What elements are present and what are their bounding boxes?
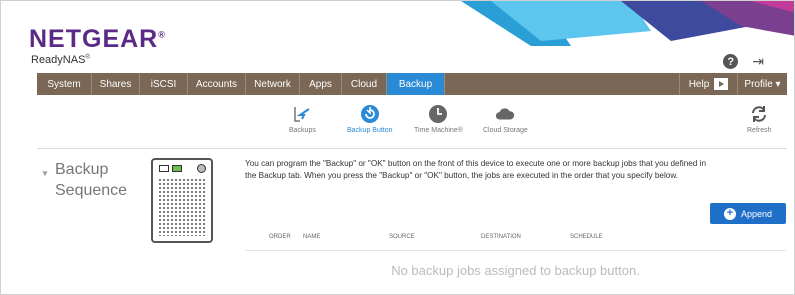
section-divider	[37, 148, 787, 149]
subnav-cloud-storage[interactable]: Cloud Storage	[483, 105, 528, 134]
tab-shares[interactable]: Shares	[92, 73, 140, 95]
cloud-storage-icon	[495, 105, 515, 123]
main-navbar: System Shares iSCSI Accounts Network App…	[37, 73, 787, 95]
nas-device-illustration	[151, 158, 213, 243]
subnav-time-machine[interactable]: Time Machine®	[414, 105, 463, 134]
profile-menu[interactable]: Profile ▾	[737, 73, 787, 95]
product-name: ReadyNAS®	[31, 54, 90, 66]
subnav-backup-button[interactable]: Backup Button	[347, 105, 393, 134]
play-icon	[714, 78, 729, 90]
backup-button-icon	[360, 105, 380, 123]
plus-icon: +	[723, 207, 736, 220]
section-title[interactable]: ▼ Backup Sequence	[41, 159, 127, 201]
netgear-logo: NETGEAR®	[29, 25, 166, 53]
tab-cloud[interactable]: Cloud	[342, 73, 387, 95]
header-icons: ? ⇥	[723, 53, 764, 70]
tab-apps[interactable]: Apps	[300, 73, 342, 95]
subnav-backups[interactable]: Backups	[289, 105, 316, 134]
refresh-label: Refresh	[747, 127, 772, 134]
time-machine-icon	[428, 105, 448, 123]
append-label: Append	[740, 208, 773, 219]
subnav-label: Time Machine®	[414, 127, 463, 134]
section-title-line1: Backup	[55, 161, 109, 178]
tab-system[interactable]: System	[37, 73, 92, 95]
refresh-button[interactable]: Refresh	[747, 105, 772, 134]
subnav-label: Cloud Storage	[483, 127, 528, 134]
col-order: ORDER	[269, 234, 291, 240]
section-description: You can program the "Backup" or "OK" but…	[245, 159, 707, 180]
subnav-label: Backup Button	[347, 127, 393, 134]
col-source: SOURCE	[389, 234, 415, 240]
help-label: Help	[688, 78, 710, 90]
append-button[interactable]: + Append	[710, 203, 786, 224]
col-name: NAME	[303, 234, 321, 240]
collapse-arrow-icon[interactable]: ▼	[41, 163, 49, 184]
backups-icon	[292, 105, 312, 123]
col-schedule: SCHEDULE	[570, 234, 603, 240]
tab-network[interactable]: Network	[246, 73, 300, 95]
subnav-label: Backups	[289, 127, 316, 134]
logout-icon[interactable]: ⇥	[752, 53, 764, 70]
help-icon[interactable]: ?	[723, 54, 739, 69]
backup-subnav: Backups Backup Button Time Machine® Clou…	[1, 105, 794, 141]
tab-accounts[interactable]: Accounts	[188, 73, 246, 95]
help-button[interactable]: Help	[679, 73, 737, 95]
app-window: NETGEAR® ReadyNAS® ? ⇥ System Shares iSC…	[0, 0, 795, 295]
decorative-banner	[461, 1, 794, 46]
tab-backup[interactable]: Backup	[387, 73, 445, 95]
col-destination: DESTINATION	[481, 234, 521, 240]
section-title-line2: Sequence	[55, 182, 128, 199]
table-divider	[245, 250, 786, 251]
refresh-icon	[749, 105, 769, 123]
tab-iscsi[interactable]: iSCSI	[140, 73, 188, 95]
empty-table-message: No backup jobs assigned to backup button…	[391, 263, 640, 278]
